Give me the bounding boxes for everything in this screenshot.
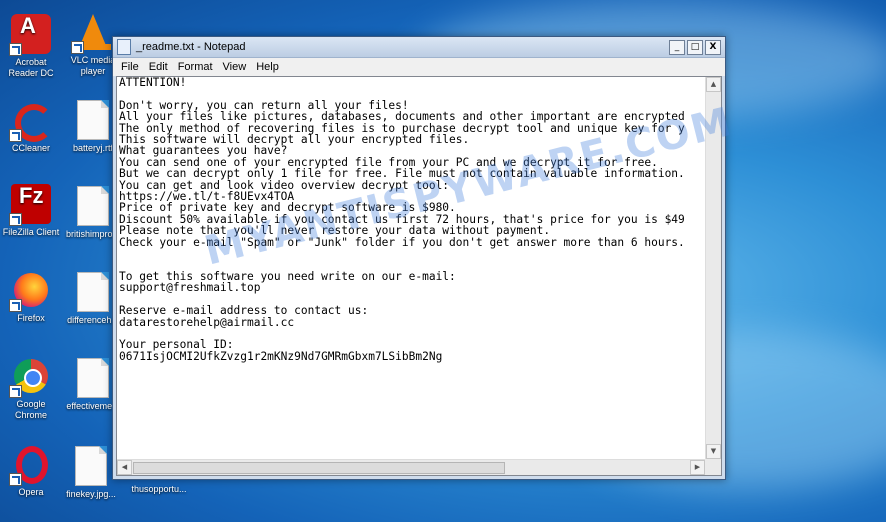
minimize-button[interactable]: _	[669, 39, 685, 55]
menu-view[interactable]: View	[218, 61, 252, 73]
scroll-left-button[interactable]: ◀	[117, 460, 132, 475]
desktop-icon-label: FileZilla Client	[2, 227, 60, 237]
title-bar[interactable]: _readme.txt - Notepad _ □ X	[113, 37, 725, 58]
desktop-icon-ccleaner[interactable]: CCleaner	[0, 100, 62, 154]
document-text[interactable]: ATTENTION! Don't worry, you can return a…	[119, 77, 705, 459]
scroll-up-button[interactable]: ▲	[706, 77, 721, 92]
maximize-button[interactable]: □	[687, 39, 703, 55]
desktop-icon-label: thusopportu...	[131, 484, 187, 494]
notepad-icon	[117, 39, 131, 55]
vertical-scrollbar[interactable]: ▲ ▼	[705, 77, 721, 459]
text-editor[interactable]: ATTENTION! Don't worry, you can return a…	[116, 76, 722, 476]
document-icon	[73, 358, 113, 398]
menu-edit[interactable]: Edit	[144, 61, 173, 73]
window-title: _readme.txt - Notepad	[136, 41, 246, 53]
notepad-window[interactable]: _readme.txt - Notepad _ □ X File Edit Fo…	[112, 36, 726, 480]
vlc-cone-icon	[71, 12, 113, 54]
document-icon	[73, 272, 113, 312]
menu-help[interactable]: Help	[251, 61, 284, 73]
desktop-icon-label: Firefox	[17, 313, 45, 323]
acrobat-icon: A	[9, 14, 51, 56]
firefox-icon	[9, 270, 51, 312]
close-button[interactable]: X	[705, 39, 721, 55]
horizontal-scroll-thumb[interactable]	[133, 462, 505, 474]
document-icon	[73, 186, 113, 226]
menu-format[interactable]: Format	[173, 61, 218, 73]
menu-file[interactable]: File	[116, 61, 144, 73]
desktop-icon-label: finekey.jpg...	[66, 489, 116, 499]
desktop-icon-chrome[interactable]: Google Chrome	[0, 356, 62, 421]
ccleaner-icon	[9, 100, 53, 142]
document-icon	[71, 446, 111, 486]
desktop-icon-filezilla[interactable]: Fz FileZilla Client	[0, 184, 62, 238]
chrome-icon	[9, 356, 51, 398]
desktop-icon-acrobat[interactable]: A Acrobat Reader DC	[0, 14, 62, 79]
filezilla-icon: Fz	[9, 184, 51, 226]
menu-bar: File Edit Format View Help	[113, 58, 725, 76]
desktop-icon-firefox[interactable]: Firefox	[0, 270, 62, 324]
resize-grip[interactable]	[705, 459, 721, 475]
scroll-right-button[interactable]: ▶	[690, 460, 705, 475]
desktop-icon-label: Opera	[18, 487, 44, 497]
horizontal-scrollbar[interactable]: ◀ ▶	[117, 459, 705, 475]
desktop-icon-label: Acrobat Reader DC	[8, 57, 54, 78]
desktop-icon-label: CCleaner	[11, 143, 51, 153]
document-icon	[73, 100, 113, 140]
scroll-down-button[interactable]: ▼	[706, 444, 721, 459]
desktop-icon-label: Google Chrome	[14, 399, 47, 420]
desktop-icon-opera[interactable]: Opera	[0, 444, 62, 498]
desktop-icon-thusopportu[interactable]: thusopportu...	[128, 484, 190, 495]
opera-icon	[9, 444, 51, 486]
